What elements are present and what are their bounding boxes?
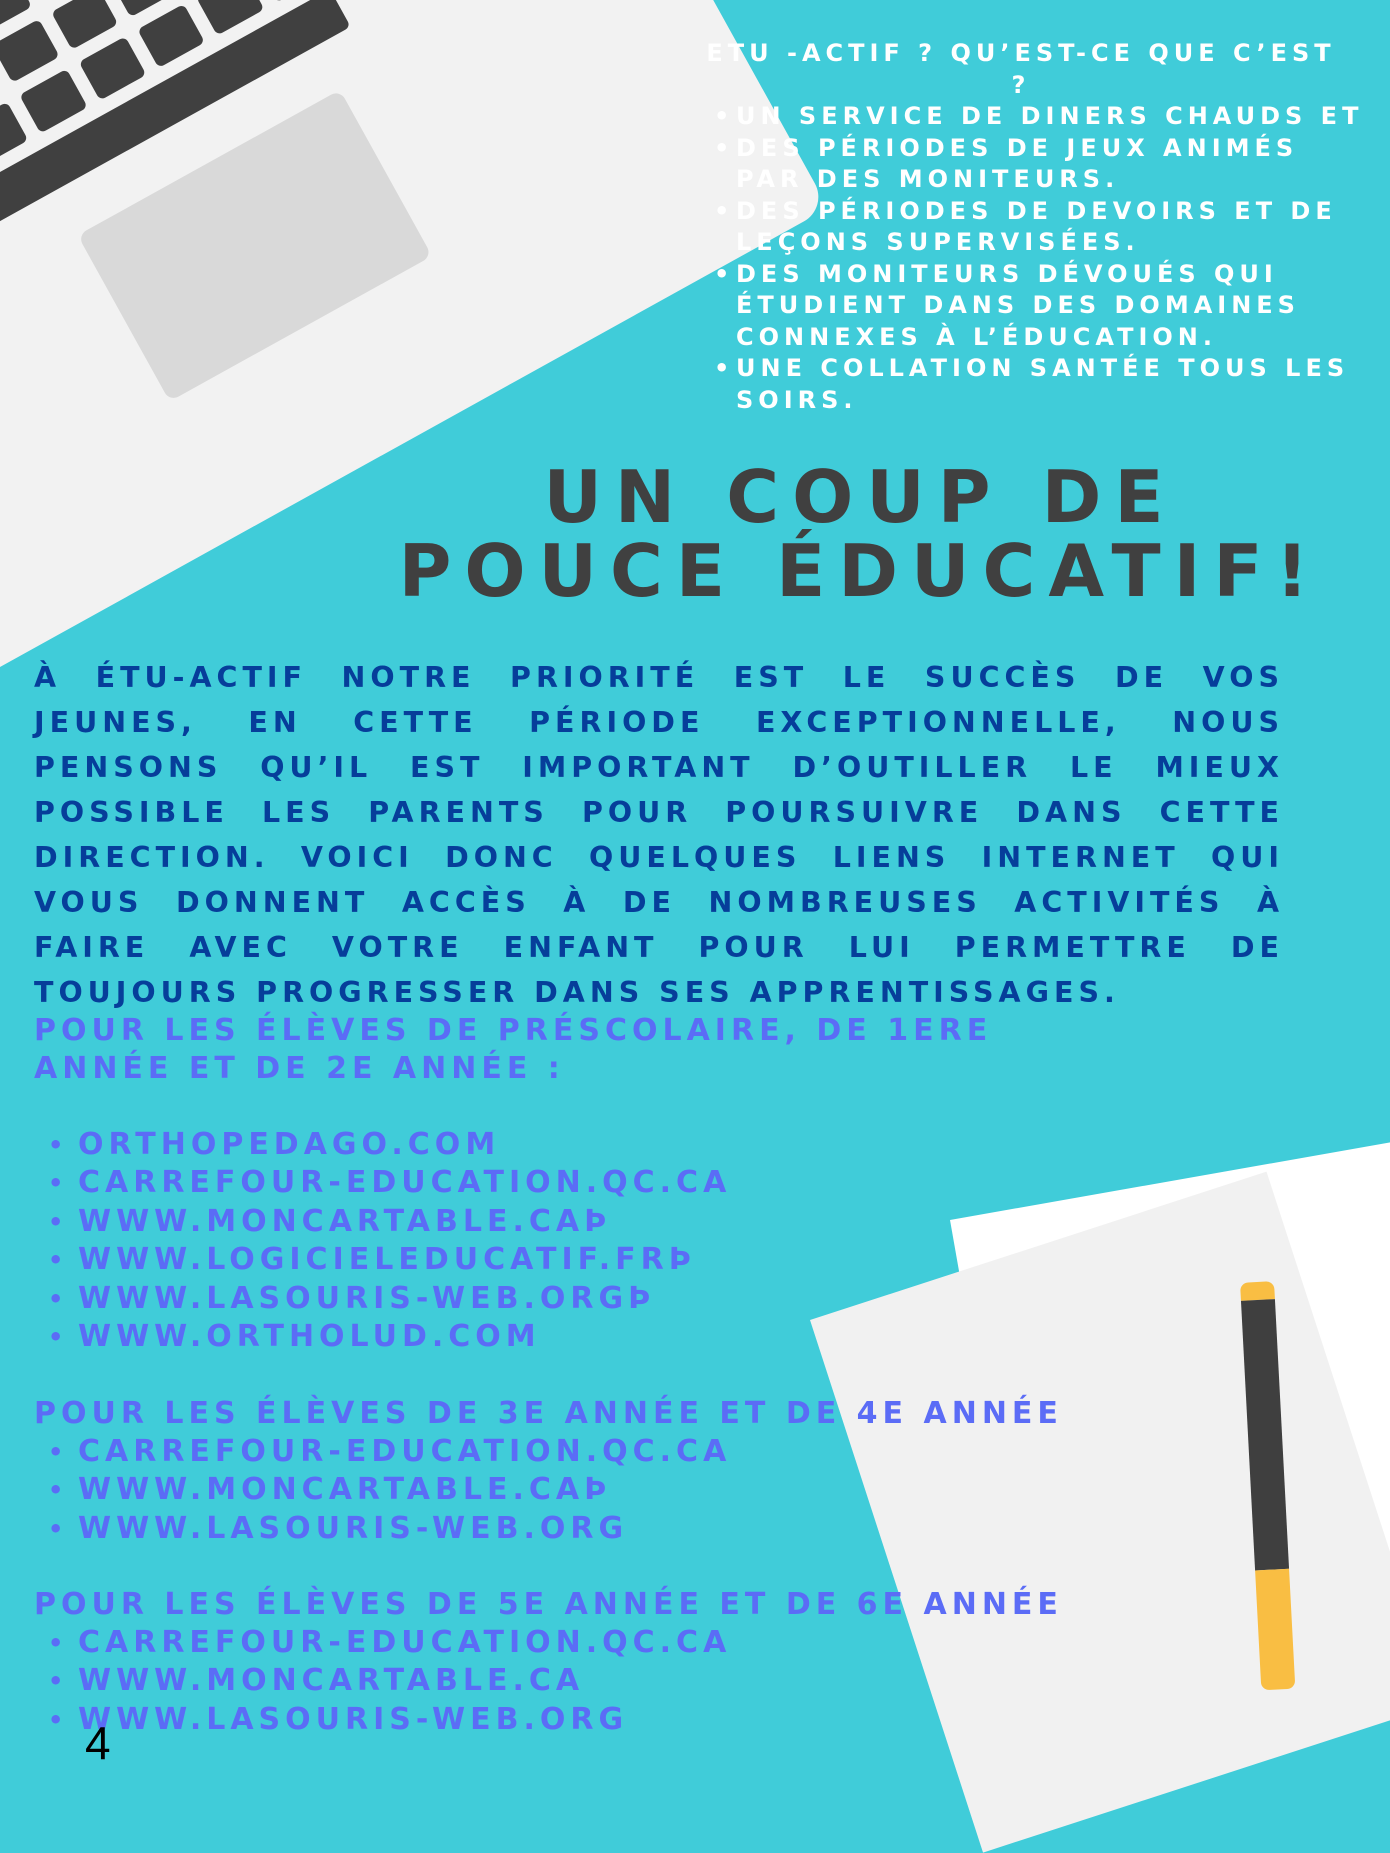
- link-item[interactable]: WWW.LASOURIS-WEB.ORGÞ: [34, 1280, 1114, 1318]
- info-item: UNE COLLATION SANTÉE TOUS LES SOIRS.: [706, 353, 1366, 416]
- link-list: CARREFOUR-EDUCATION.QC.CA WWW.MONCARTABL…: [34, 1433, 1114, 1548]
- link-item[interactable]: WWW.MONCARTABLE.CAÞ: [34, 1471, 1114, 1509]
- keyboard-key: [20, 69, 88, 133]
- keyboard-key: [0, 102, 28, 166]
- section-heading: POUR LES ÉLÈVES DE 5E ANNÉE ET DE 6E ANN…: [34, 1586, 1114, 1624]
- info-item: UN SERVICE DE DINERS CHAUDS ET: [706, 101, 1366, 133]
- link-item[interactable]: WWW.LOGICIELEDUCATIF.FRÞ: [34, 1241, 1114, 1279]
- info-item: DES MONITEURS DÉVOUÉS QUI ÉTUDIENT DANS …: [706, 259, 1366, 354]
- link-item[interactable]: WWW.LASOURIS-WEB.ORG: [34, 1701, 1114, 1739]
- page-number: 4: [85, 1716, 111, 1770]
- link-item[interactable]: CARREFOUR-EDUCATION.QC.CA: [34, 1164, 1114, 1202]
- keyboard-key: [51, 0, 119, 50]
- keyboard-key: [0, 19, 59, 83]
- intro-paragraph: À ÉTU-ACTIF NOTRE PRIORITÉ EST LE SUCCÈS…: [34, 655, 1284, 1015]
- link-item[interactable]: CARREFOUR-EDUCATION.QC.CA: [34, 1624, 1114, 1662]
- link-item[interactable]: ORTHOPEDAGO.COM: [34, 1126, 1114, 1164]
- section-heading: POUR LES ÉLÈVES DE PRÉSCOLAIRE, DE 1ERE …: [34, 1012, 1034, 1088]
- link-list: CARREFOUR-EDUCATION.QC.CA WWW.MONCARTABL…: [34, 1624, 1114, 1739]
- link-item[interactable]: WWW.MONCARTABLE.CA: [34, 1662, 1114, 1700]
- link-list: ORTHOPEDAGO.COM CARREFOUR-EDUCATION.QC.C…: [34, 1126, 1114, 1356]
- info-title: ETU -ACTIF ? QU’EST-CE QUE C’EST ?: [706, 38, 1366, 101]
- section-grade-5-6: POUR LES ÉLÈVES DE 5E ANNÉE ET DE 6E ANN…: [34, 1586, 1114, 1739]
- info-item: DES PÉRIODES DE DEVOIRS ET DE LEÇONS SUP…: [706, 196, 1366, 259]
- pen-grip: [1255, 1569, 1295, 1691]
- section-grade-3-4: POUR LES ÉLÈVES DE 3E ANNÉE ET DE 4E ANN…: [34, 1395, 1114, 1548]
- info-list: UN SERVICE DE DINERS CHAUDS ET DES PÉRIO…: [706, 101, 1366, 416]
- link-item[interactable]: CARREFOUR-EDUCATION.QC.CA: [34, 1433, 1114, 1471]
- link-item[interactable]: WWW.MONCARTABLE.CAÞ: [34, 1203, 1114, 1241]
- link-item[interactable]: WWW.LASOURIS-WEB.ORG: [34, 1510, 1114, 1548]
- page-title: UN COUP DE POUCE ÉDUCATIF!: [370, 460, 1350, 608]
- info-item: DES PÉRIODES DE JEUX ANIMÉS PAR DES MONI…: [706, 133, 1366, 196]
- keyboard-key: [137, 4, 205, 68]
- link-item[interactable]: WWW.ORTHOLUD.COM: [34, 1318, 1114, 1356]
- pen-cap: [1240, 1281, 1275, 1301]
- section-heading: POUR LES ÉLÈVES DE 3E ANNÉE ET DE 4E ANN…: [34, 1395, 1114, 1433]
- section-preschool: POUR LES ÉLÈVES DE PRÉSCOLAIRE, DE 1ERE …: [34, 1012, 1114, 1356]
- keyboard-key: [78, 37, 146, 101]
- info-block: ETU -ACTIF ? QU’EST-CE QUE C’EST ? UN SE…: [706, 38, 1366, 416]
